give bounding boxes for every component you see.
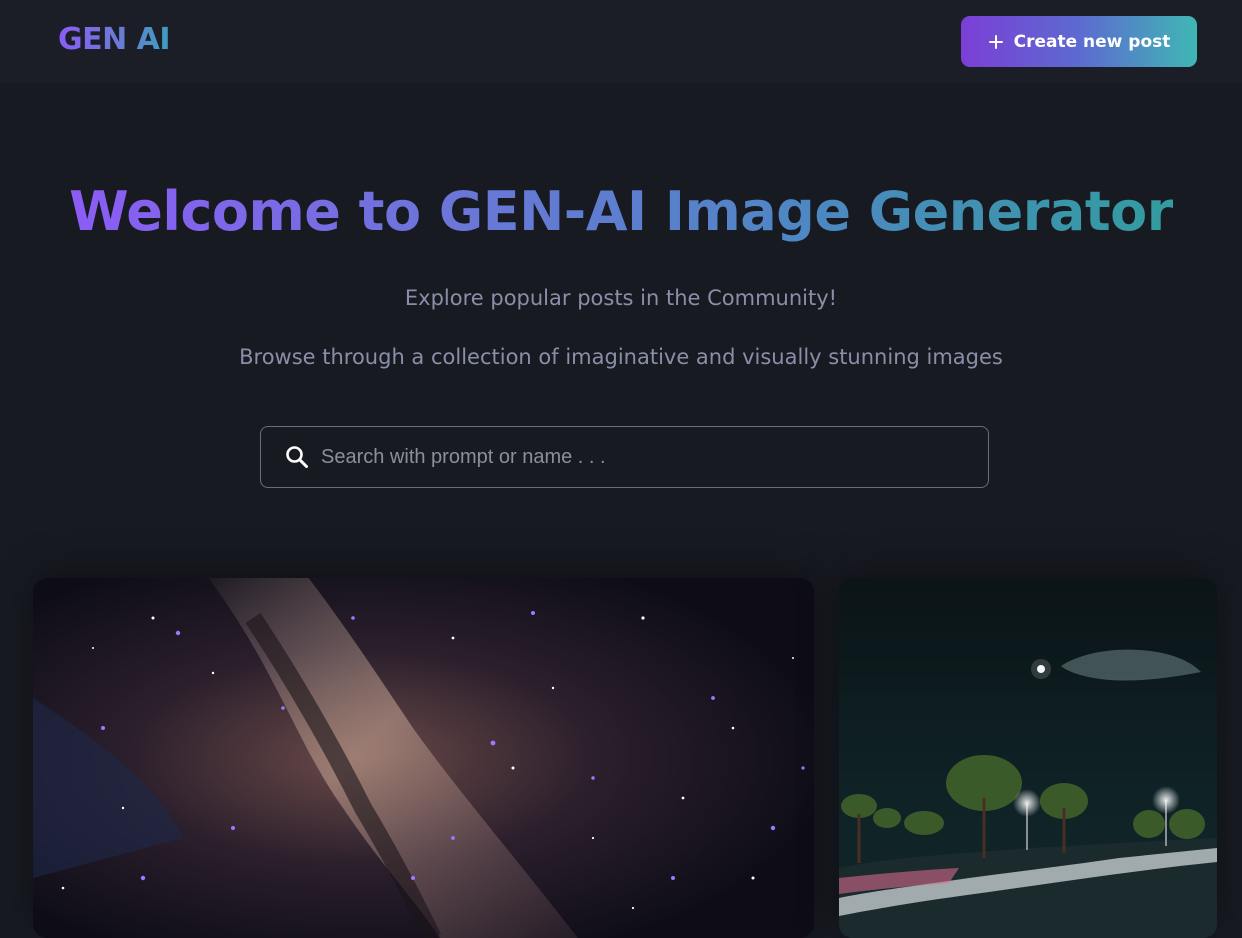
- search-icon: [284, 444, 310, 470]
- logo[interactable]: GEN AI: [58, 22, 171, 57]
- hero-title-text: Welcome to GEN-AI Image Generator: [69, 180, 1173, 243]
- search-bar: [260, 426, 989, 488]
- milky-way-image: [33, 578, 814, 938]
- gallery-card-milky-way[interactable]: [33, 578, 814, 938]
- create-new-post-button[interactable]: Create new post: [961, 16, 1197, 67]
- hero-subtitle-community: Explore popular posts in the Community!: [404, 286, 838, 310]
- create-new-post-label: Create new post: [1013, 31, 1171, 52]
- gallery-card-night-street[interactable]: [839, 578, 1217, 938]
- night-street-image: [839, 578, 1217, 938]
- hero-title: Welcome to GEN-AI Image Generator: [0, 180, 1242, 243]
- plus-icon: [988, 34, 1004, 50]
- search-input[interactable]: [321, 427, 971, 487]
- hero-subtitle-browse: Browse through a collection of imaginati…: [239, 345, 1003, 369]
- navbar: GEN AI Create new post: [0, 0, 1242, 83]
